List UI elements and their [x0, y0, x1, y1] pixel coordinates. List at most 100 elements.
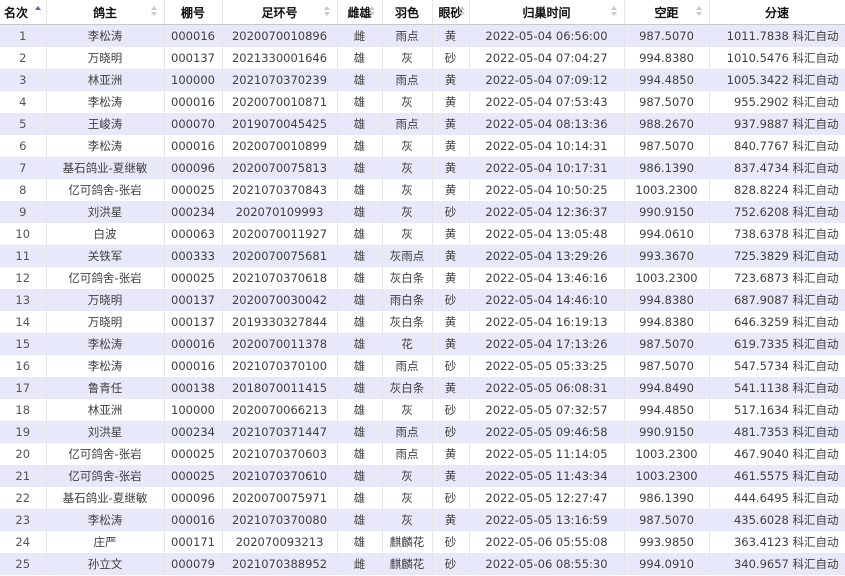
sex-cell: 雄 [337, 421, 383, 443]
table-row[interactable]: 16 李松涛 000016 2021070370100 雄雨点砂 2022-05-05 0… [0, 355, 845, 377]
table-row[interactable]: 18 林亚洲 100000 2020070066213 雄灰砂 2022-05-05 07… [0, 399, 845, 421]
eye-cell: 砂 [432, 47, 470, 69]
table-row[interactable]: 22 基石鸽业-夏继敏 000096 2020070075971 雄灰砂 2022-05-… [0, 487, 845, 509]
sort-ascending-icon[interactable] [34, 6, 42, 18]
column-header-owner[interactable]: 鸽主 [46, 0, 165, 25]
table-row[interactable]: 8 亿可鸽舍-张岩 000025 2021070370843 雄灰黄 2022-05-04… [0, 179, 845, 201]
table-row[interactable]: 19 刘洪星 000234 2021070371447 雄雨点砂 2022-05-05 0… [0, 421, 845, 443]
ring-cell: 2020070075681 [222, 245, 338, 267]
table-row[interactable]: 14 万晓明 000137 2019330327844 雄灰白条黄 2022-05-04 … [0, 311, 845, 333]
color-cell: 灰 [382, 399, 433, 421]
owner-cell: 林亚洲 [46, 399, 165, 421]
sex-cell: 雌 [337, 553, 383, 575]
distance-cell: 994.0910 [624, 553, 710, 575]
owner-cell: 李松涛 [46, 509, 165, 531]
eye-cell: 黄 [432, 91, 470, 113]
ring-cell: 202070109993 [222, 201, 338, 223]
rank-cell: 1 [0, 24, 47, 47]
table-row[interactable]: 23 李松涛 000016 2021070370080 雄灰黄 2022-05-05 13… [0, 509, 845, 531]
sort-icon[interactable] [695, 6, 703, 18]
color-cell: 雨点 [382, 355, 433, 377]
column-header-eye[interactable]: 眼砂 [432, 0, 470, 25]
owner-cell: 亿可鸽舍-张岩 [46, 267, 165, 289]
eye-cell: 黄 [432, 245, 470, 267]
table-row[interactable]: 11 关铁军 000333 2020070075681 雄灰雨点黄 2022-05-04 … [0, 245, 845, 267]
table-row[interactable]: 15 李松涛 000016 2020070011378 雄花黄 2022-05-04 17… [0, 333, 845, 355]
sort-icon[interactable] [368, 6, 376, 18]
speed-cell: 752.6208 科汇自动 [709, 201, 845, 223]
table-row[interactable]: 6 李松涛 000016 2020070010899 雄灰黄 2022-05-04 10:… [0, 135, 845, 157]
owner-cell: 李松涛 [46, 24, 165, 47]
speed-cell: 828.8224 科汇自动 [709, 179, 845, 201]
owner-cell: 白波 [46, 223, 165, 245]
table-row[interactable]: 7 基石鸽业-夏继敏 000096 2020070075813 雄灰黄 2022-05-0… [0, 157, 845, 179]
table-row[interactable]: 5 王峻涛 000070 2019070045425 雄雨点黄 2022-05-04 08… [0, 113, 845, 135]
table-row[interactable]: 13 万晓明 000137 2020070030042 雄雨白条砂 2022-05-04 … [0, 289, 845, 311]
rank-cell: 12 [0, 267, 47, 289]
eye-cell: 黄 [432, 157, 470, 179]
table-row[interactable]: 25 孙立文 000079 2021070388952 雌麒麟花砂 2022-05-06 … [0, 553, 845, 575]
column-header-speed[interactable]: 分速 [709, 0, 845, 25]
distance-cell: 987.5070 [624, 355, 710, 377]
table-row[interactable]: 2 万晓明 000137 2021330001646 雄灰砂 2022-05-04 07:… [0, 47, 845, 69]
rank-cell: 20 [0, 443, 47, 465]
table-row[interactable]: 12 亿可鸽舍-张岩 000025 2021070370618 雄灰白条黄 2022-05… [0, 267, 845, 289]
color-cell: 灰 [382, 223, 433, 245]
column-header-arrival[interactable]: 归巢时间 [469, 0, 625, 25]
arrival-time-cell: 2022-05-05 11:14:05 [469, 443, 625, 465]
sex-cell: 雌 [337, 24, 383, 47]
table-row[interactable]: 1 李松涛 000016 2020070010896 雌雨点黄 2022-05-04 06… [0, 24, 845, 47]
distance-cell: 986.1390 [624, 487, 710, 509]
table-row[interactable]: 21 亿可鸽舍-张岩 000025 2021070370610 雄灰黄 2022-05-0… [0, 465, 845, 487]
distance-cell: 993.3670 [624, 245, 710, 267]
arrival-time-cell: 2022-05-04 07:53:43 [469, 91, 625, 113]
distance-cell: 990.9150 [624, 201, 710, 223]
eye-cell: 黄 [432, 24, 470, 47]
column-header-ring[interactable]: 足环号 [222, 0, 338, 25]
loft-cell: 000079 [164, 553, 223, 575]
speed-cell: 467.9040 科汇自动 [709, 443, 845, 465]
column-header-distance[interactable]: 空距 [624, 0, 710, 25]
column-header-color[interactable]: 羽色 [382, 0, 433, 25]
sex-cell: 雄 [337, 465, 383, 487]
arrival-time-cell: 2022-05-04 10:17:31 [469, 157, 625, 179]
table-row[interactable]: 20 亿可鸽舍-张岩 000025 2021070370603 雄雨点黄 2022-05-… [0, 443, 845, 465]
eye-cell: 黄 [432, 69, 470, 91]
arrival-time-cell: 2022-05-04 17:13:26 [469, 333, 625, 355]
table-row[interactable]: 9 刘洪星 000234 202070109993 雄灰砂 2022-05-04 12:3… [0, 201, 845, 223]
rank-cell: 18 [0, 399, 47, 421]
loft-cell: 000137 [164, 47, 223, 69]
table-row[interactable]: 3 林亚洲 100000 2021070370239 雄雨点黄 2022-05-04 07… [0, 69, 845, 91]
ring-cell: 2020070010896 [222, 24, 338, 47]
column-header-loft[interactable]: 棚号 [164, 0, 223, 25]
owner-cell: 万晓明 [46, 311, 165, 333]
rank-cell: 6 [0, 135, 47, 157]
distance-cell: 987.5070 [624, 24, 710, 47]
column-header-rank[interactable]: 名次 [0, 0, 47, 25]
color-cell: 雨点 [382, 69, 433, 91]
speed-cell: 837.4734 科汇自动 [709, 157, 845, 179]
sort-icon[interactable] [610, 6, 618, 18]
rank-cell: 15 [0, 333, 47, 355]
speed-cell: 725.3829 科汇自动 [709, 245, 845, 267]
speed-cell: 738.6378 科汇自动 [709, 223, 845, 245]
table-row[interactable]: 17 鲁青任 000138 2018070011415 雄灰白条黄 2022-05-05 … [0, 377, 845, 399]
rank-cell: 24 [0, 531, 47, 553]
eye-cell: 砂 [432, 201, 470, 223]
color-cell: 麒麟花 [382, 531, 433, 553]
table-row[interactable]: 24 庄严 000171 202070093213 雄麒麟花砂 2022-05-06 05… [0, 531, 845, 553]
sort-icon[interactable] [323, 6, 331, 18]
sort-icon[interactable] [458, 6, 466, 18]
color-cell: 雨点 [382, 24, 433, 47]
arrival-time-cell: 2022-05-05 05:33:25 [469, 355, 625, 377]
table-row[interactable]: 4 李松涛 000016 2020070010871 雄灰黄 2022-05-04 07:… [0, 91, 845, 113]
table-row[interactable]: 10 白波 000063 2020070011927 雄灰黄 2022-05-04 13:… [0, 223, 845, 245]
ring-cell: 2019070045425 [222, 113, 338, 135]
arrival-time-cell: 2022-05-04 10:14:31 [469, 135, 625, 157]
color-cell: 麒麟花 [382, 553, 433, 575]
distance-cell: 994.8380 [624, 47, 710, 69]
owner-cell: 亿可鸽舍-张岩 [46, 465, 165, 487]
column-header-sex[interactable]: 雌雄 [337, 0, 383, 25]
sex-cell: 雄 [337, 91, 383, 113]
sort-icon[interactable] [150, 6, 158, 18]
